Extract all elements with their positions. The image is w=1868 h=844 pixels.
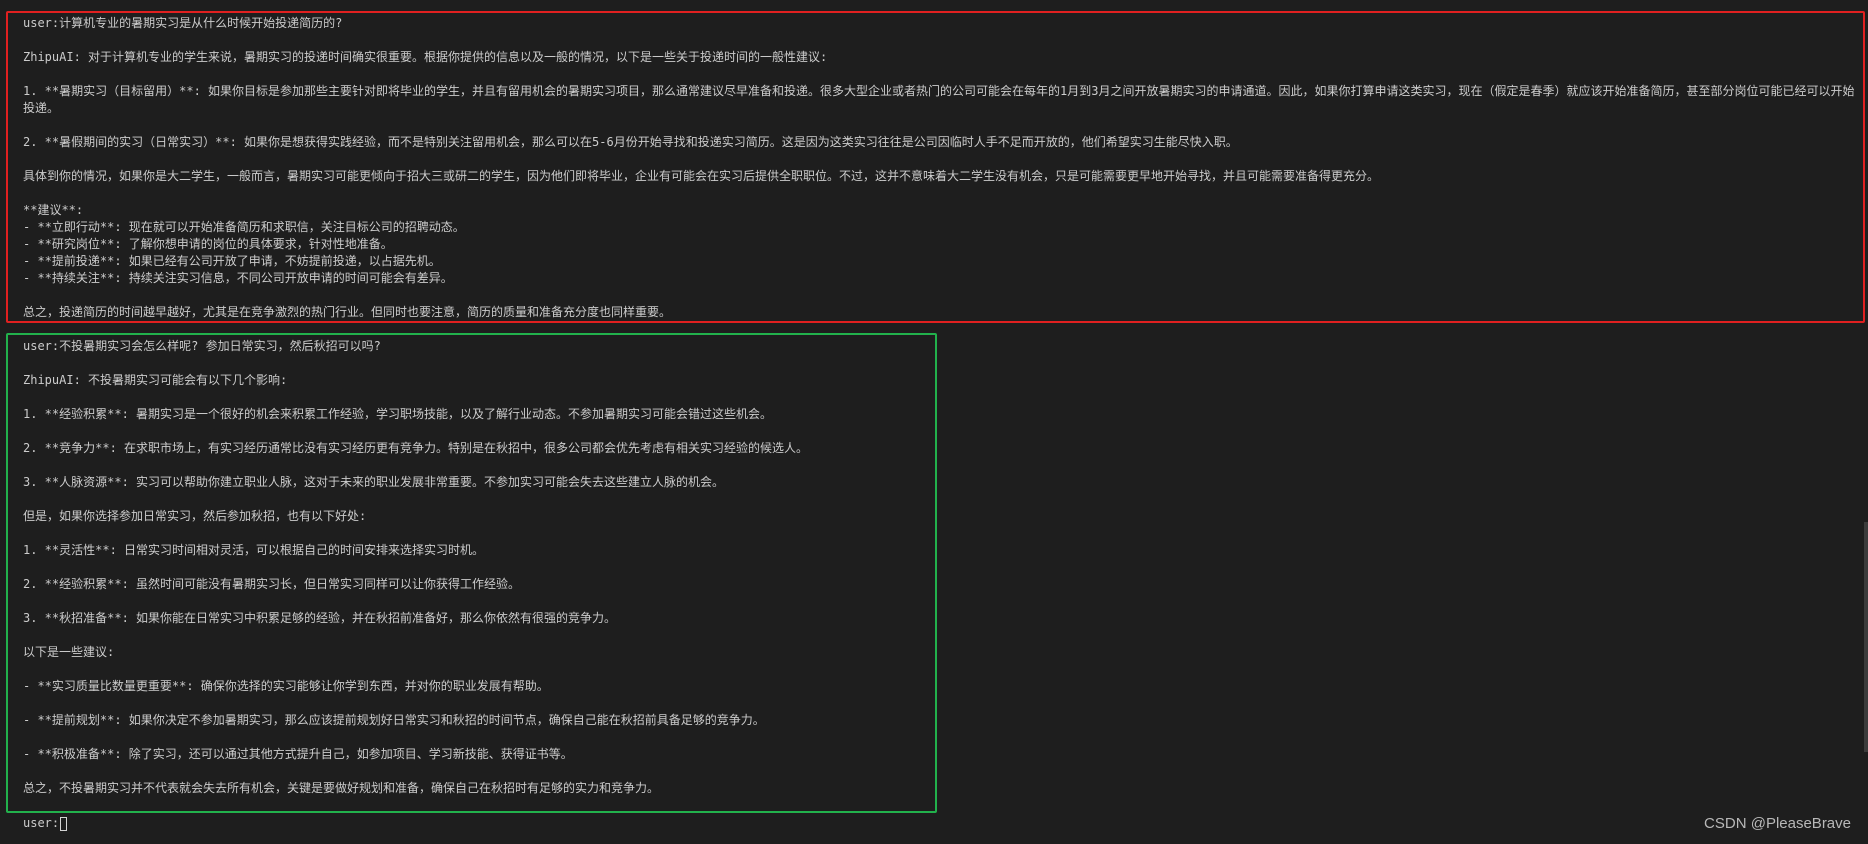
assistant-advice-item-1: - **立即行动**: 现在就可以开始准备简历和求职信，关注目标公司的招聘动态。 (23, 220, 465, 234)
assistant-advice-item-2-2: - **提前规划**: 如果你决定不参加暑期实习，那么应该提前规划好日常实习和秋… (23, 713, 765, 727)
assistant-point-1-2: 2. **暑假期间的实习（日常实习）**: 如果你是想获得实践经验，而不是特别关… (23, 135, 1238, 149)
text-cursor[interactable] (60, 816, 68, 831)
assistant-advice-heading-2: 以下是一些建议: (23, 645, 115, 659)
prompt-label: user: (23, 816, 60, 830)
scrollbar[interactable] (1864, 522, 1868, 752)
user-question-1: user:计算机专业的暑期实习是从什么时候开始投递简历的? (23, 16, 343, 30)
assistant-advice-item-2-3: - **积极准备**: 除了实习，还可以通过其他方式提升自己，如参加项目、学习新… (23, 747, 573, 761)
user-question-2: user:不投暑期实习会怎么样呢? 参加日常实习，然后秋招可以吗? (23, 339, 381, 353)
assistant-advice-heading-1: **建议**: (23, 203, 84, 217)
assistant-advice-item-3: - **提前投递**: 如果已经有公司开放了申请，不妨提前投递，以占据先机。 (23, 254, 441, 268)
assistant-intro-2: ZhipuAI: 不投暑期实习可能会有以下几个影响: (23, 373, 288, 387)
assistant-intro-1: ZhipuAI: 对于计算机专业的学生来说，暑期实习的投递时间确实很重要。根据你… (23, 50, 828, 64)
assistant-advice-item-2-1: - **实习质量比数量更重要**: 确保你选择的实习能够让你学到东西，并对你的职… (23, 679, 549, 693)
assistant-advice-item-2: - **研究岗位**: 了解你想申请的岗位的具体要求，针对性地准备。 (23, 237, 393, 251)
assistant-benefit-2: 2. **经验积累**: 虽然时间可能没有暑期实习长，但日常实习同样可以让你获得… (23, 577, 521, 591)
assistant-summary-2: 总之，不投暑期实习并不代表就会失去所有机会，关键是要做好规划和准备，确保自己在秋… (23, 781, 660, 795)
watermark: CSDN @PleaseBrave (1704, 815, 1851, 832)
assistant-point-1-1: 1. **暑期实习（目标留用）**: 如果你目标是参加那些主要针对即将毕业的学生… (23, 84, 1855, 115)
assistant-advice-item-4: - **持续关注**: 持续关注实习信息，不同公司开放申请的时间可能会有差异。 (23, 271, 453, 285)
assistant-paragraph-1: 具体到你的情况，如果你是大二学生，一般而言，暑期实习可能更倾向于招大三或研二的学… (23, 169, 1380, 183)
assistant-benefit-1: 1. **灵活性**: 日常实习时间相对灵活，可以根据自己的时间安排来选择实习时… (23, 543, 485, 557)
assistant-summary-1: 总之，投递简历的时间越早越好，尤其是在竞争激烈的热门行业。但同时也要注意，简历的… (23, 305, 672, 319)
assistant-benefit-3: 3. **秋招准备**: 如果你能在日常实习中积累足够的经验，并在秋招前准备好，… (23, 611, 617, 625)
terminal-input-line[interactable]: user: (23, 815, 68, 832)
highlight-box-second-exchange (6, 333, 937, 813)
assistant-point-2-3: 3. **人脉资源**: 实习可以帮助你建立职业人脉，这对于未来的职业发展非常重… (23, 475, 725, 489)
assistant-transition-2: 但是，如果你选择参加日常实习，然后参加秋招，也有以下好处: (23, 509, 367, 523)
assistant-point-2-1: 1. **经验积累**: 暑期实习是一个很好的机会来积累工作经验，学习职场技能，… (23, 407, 773, 421)
assistant-point-2-2: 2. **竞争力**: 在求职市场上，有实习经历通常比没有实习经历更有竞争力。特… (23, 441, 809, 455)
